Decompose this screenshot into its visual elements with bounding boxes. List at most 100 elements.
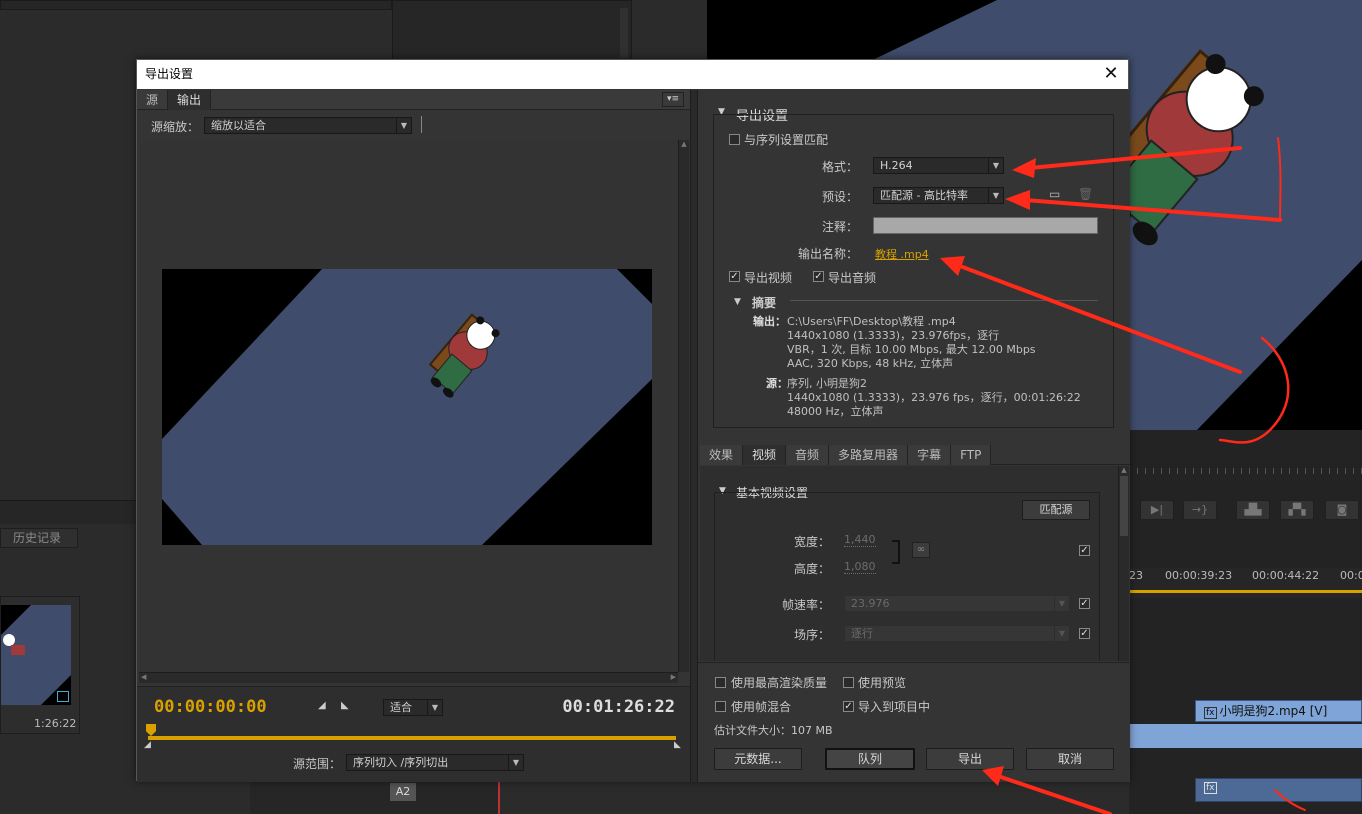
fit-dropdown[interactable]: 适合 ▼ — [383, 699, 443, 716]
work-area-bar[interactable] — [1129, 590, 1362, 593]
panel-menu-icon[interactable]: ▾≡ — [662, 92, 684, 107]
monitor-ruler — [1129, 468, 1362, 474]
field-order-value: 逐行 — [851, 627, 873, 640]
scroll-right-icon[interactable]: ▶ — [671, 673, 676, 681]
source-range-bar[interactable] — [148, 736, 676, 740]
tab-video[interactable]: 视频 — [743, 445, 787, 465]
export-audio-checkbox[interactable]: ✓ — [813, 271, 824, 282]
max-render-quality-checkbox[interactable] — [715, 677, 726, 688]
format-label: 格式： — [821, 160, 858, 174]
import-into-project-checkbox[interactable]: ✓ — [843, 701, 854, 712]
tab-ftp[interactable]: FTP — [951, 445, 992, 465]
delete-preset-icon[interactable]: 🗑 — [1078, 187, 1093, 201]
step-forward-icon[interactable]: ▶| — [1140, 500, 1174, 520]
close-icon[interactable]: ✕ — [1102, 65, 1120, 83]
summary-source-line: 序列, 小明是狗2 — [787, 377, 867, 390]
time-controls: 00:00:00:00 ◢ ◣ 适合 ▼ 00:01:26:22 ◢ ◣ 源范围… — [137, 686, 690, 782]
timeline-ruler: 23 00:00:39:23 00:00:44:22 00:0 — [1129, 568, 1362, 598]
override-field-order-checkbox[interactable]: ✓ — [1079, 628, 1090, 639]
tab-effects[interactable]: 效果 — [700, 445, 744, 465]
chevron-down-icon: ▼ — [396, 118, 411, 133]
tab-multiplexer[interactable]: 多路复用器 — [829, 445, 909, 465]
video-clip[interactable]: fx 小明是狗2.mp4 [V] — [1195, 700, 1362, 722]
export-video-checkbox[interactable]: ✓ — [729, 271, 740, 282]
frame-rate-dropdown[interactable]: 23.976 ▼ — [844, 595, 1070, 612]
chain-link-icon[interactable]: ∞ — [912, 542, 930, 558]
cancel-button[interactable]: 取消 — [1026, 748, 1114, 770]
preview-scrollbar-h[interactable]: ◀ ▶ — [139, 672, 678, 683]
frame-blending-label: 使用帧混合 — [731, 700, 792, 714]
frame-blending-checkbox[interactable] — [715, 701, 726, 712]
track-a2-label[interactable]: A2 — [390, 783, 416, 801]
bin-thumbnail — [1, 605, 71, 705]
tab-captions[interactable]: 字幕 — [908, 445, 952, 465]
collapse-summary-icon[interactable]: ▼ — [734, 297, 741, 307]
match-sequence-checkbox[interactable] — [729, 134, 740, 145]
bg-divider — [0, 500, 136, 524]
export-options: 使用最高渲染质量 使用预览 使用帧混合 ✓ 导入到项目中 估计文件大小：107 … — [698, 662, 1130, 782]
playhead-line — [498, 781, 500, 814]
import-preset-icon[interactable]: ▭ — [1049, 187, 1060, 201]
frame-rate-value: 23.976 — [851, 597, 890, 610]
playhead-marker[interactable] — [146, 724, 156, 736]
field-order-dropdown[interactable]: 逐行 ▼ — [844, 625, 1070, 642]
summary-output-lines: C:\Users\FF\Desktop\教程 .mp4 1440x1080 (1… — [787, 315, 1036, 371]
bg-scrollbar[interactable] — [620, 8, 628, 58]
scroll-left-icon[interactable]: ◀ — [141, 673, 146, 681]
timecode-0: 23 — [1129, 569, 1143, 582]
summary-output-label: 输出： — [753, 315, 786, 328]
summary-output-line: C:\Users\FF\Desktop\教程 .mp4 — [787, 315, 956, 328]
import-into-project-label: 导入到项目中 — [858, 700, 931, 714]
comment-input[interactable] — [873, 217, 1098, 234]
duration-time: 00:01:26:22 — [562, 697, 675, 717]
override-size-checkbox[interactable]: ✓ — [1079, 545, 1090, 556]
export-button[interactable]: 导出 — [926, 748, 1014, 770]
sequence-icon — [57, 691, 69, 702]
tab-history[interactable]: 历史记录 — [0, 528, 78, 548]
scroll-up-icon[interactable]: ▲ — [1119, 466, 1129, 474]
use-previews-label: 使用预览 — [858, 676, 907, 690]
field-order-label: 场序： — [793, 628, 830, 642]
set-out-point-icon[interactable]: ◣ — [341, 700, 349, 711]
extract-icon[interactable]: ▞▚ — [1280, 500, 1314, 520]
scroll-thumb[interactable] — [1120, 476, 1128, 536]
dialog-title: 导出设置 — [145, 67, 194, 81]
set-in-point-icon[interactable]: ◢ — [318, 700, 326, 711]
bin-thumbnail-card[interactable]: 1:26:22 — [0, 596, 80, 734]
lift-icon[interactable]: ▟▙ — [1236, 500, 1270, 520]
scroll-up-icon[interactable]: ▲ — [679, 140, 689, 148]
summary-source-line: 48000 Hz，立体声 — [787, 405, 884, 418]
toolbar-divider — [421, 116, 422, 133]
camera-icon[interactable]: ◙ — [1325, 500, 1359, 520]
aspect-bracket — [892, 540, 900, 564]
source-scale-dropdown[interactable]: 缩放以适合 ▼ — [204, 117, 412, 134]
tab-source[interactable]: 源 — [137, 90, 169, 110]
tab-audio[interactable]: 音频 — [786, 445, 830, 465]
metadata-button[interactable]: 元数据... — [714, 748, 802, 770]
preset-dropdown[interactable]: 匹配源 - 高比特率 ▼ — [873, 187, 1004, 204]
format-dropdown[interactable]: H.264 ▼ — [873, 157, 1004, 174]
video-settings-scrollbar[interactable]: ▲ — [1118, 466, 1129, 661]
source-range-dropdown[interactable]: 序列切入 /序列切出 ▼ — [346, 754, 524, 771]
go-to-out-icon[interactable]: →} — [1183, 500, 1217, 520]
override-frame-rate-checkbox[interactable]: ✓ — [1079, 598, 1090, 609]
width-value[interactable]: 1,440 — [844, 533, 876, 547]
height-value[interactable]: 1,080 — [844, 560, 876, 574]
out-point-handle[interactable]: ◣ — [674, 740, 681, 750]
match-source-button[interactable]: 匹配源 — [1022, 500, 1090, 520]
video-clip-lower[interactable] — [1129, 724, 1362, 748]
queue-button[interactable]: 队列 — [825, 748, 915, 770]
in-point-handle[interactable]: ◢ — [144, 740, 151, 750]
audio-clip[interactable]: fx — [1195, 778, 1362, 802]
output-name-link[interactable]: 教程 .mp4 — [875, 246, 929, 262]
preview-scrollbar-v[interactable]: ▲ — [678, 140, 689, 672]
current-time[interactable]: 00:00:00:00 — [154, 697, 267, 717]
settings-pane: ▼ 导出设置 与序列设置匹配 格式： H.264 ▼ 预设： 匹配源 - 高比特… — [698, 90, 1130, 782]
format-value: H.264 — [880, 159, 913, 172]
pane-splitter[interactable] — [690, 90, 698, 782]
tab-output[interactable]: 输出 — [168, 90, 212, 110]
summary-source-lines: 序列, 小明是狗2 1440x1080 (1.3333)，23.976 fps，… — [787, 377, 1081, 419]
summary-output-line: 1440x1080 (1.3333)，23.976fps，逐行 — [787, 329, 1000, 342]
use-previews-checkbox[interactable] — [843, 677, 854, 688]
save-preset-icon[interactable]: ⭳ — [1022, 187, 1026, 208]
